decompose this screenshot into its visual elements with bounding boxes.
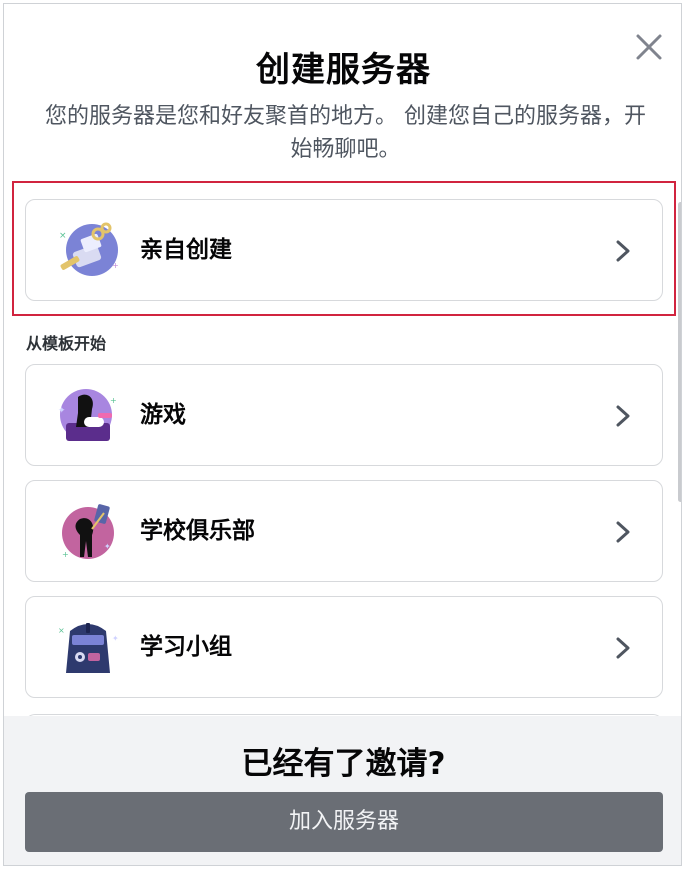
template-gaming-option[interactable]: ✦ + 游戏: [25, 364, 663, 466]
chevron-right-icon: [612, 519, 634, 545]
template-study-group-option[interactable]: × ✦ 学习小组: [25, 596, 663, 698]
templates-section-label: 从模板开始: [26, 334, 107, 353]
svg-text:+: +: [112, 261, 119, 270]
svg-text:✦: ✦: [58, 406, 66, 416]
modal-subtitle: 您的服务器是您和好友聚首的地方。 创建您自己的服务器，开始畅聊吧。: [45, 104, 646, 162]
svg-text:+: +: [110, 396, 117, 405]
template-gaming-label: 游戏: [140, 402, 186, 428]
svg-text:✦: ✦: [104, 542, 111, 551]
create-server-modal: 创建服务器 您的服务器是您和好友聚首的地方。 创建您自己的服务器，开始畅聊吧。 …: [3, 3, 682, 866]
join-server-button[interactable]: 加入服务器: [25, 792, 663, 852]
svg-text:×: ×: [59, 231, 67, 241]
template-school-club-option[interactable]: + ✦ 学校俱乐部: [25, 480, 663, 582]
svg-text:+: +: [62, 550, 69, 559]
template-school-club-label: 学校俱乐部: [140, 518, 255, 544]
chevron-right-icon: [612, 238, 634, 264]
modal-footer: 已经有了邀请? 加入服务器: [4, 716, 681, 865]
create-own-label: 亲自创建: [140, 237, 232, 263]
modal-title: 创建服务器: [256, 50, 431, 90]
gaming-illustration-icon: ✦ +: [56, 383, 120, 447]
svg-text:✦: ✦: [112, 634, 119, 643]
scrollbar[interactable]: [678, 202, 681, 502]
create-own-option[interactable]: × + 亲自创建: [25, 199, 663, 301]
chevron-right-icon: [612, 635, 634, 661]
svg-text:×: ×: [58, 626, 65, 635]
school-club-illustration-icon: + ✦: [56, 499, 120, 563]
study-group-illustration-icon: × ✦: [56, 615, 120, 679]
chevron-right-icon: [612, 403, 634, 429]
template-study-group-label: 学习小组: [140, 634, 232, 660]
create-own-illustration-icon: × +: [56, 218, 120, 282]
have-invite-heading: 已经有了邀请?: [241, 746, 446, 782]
